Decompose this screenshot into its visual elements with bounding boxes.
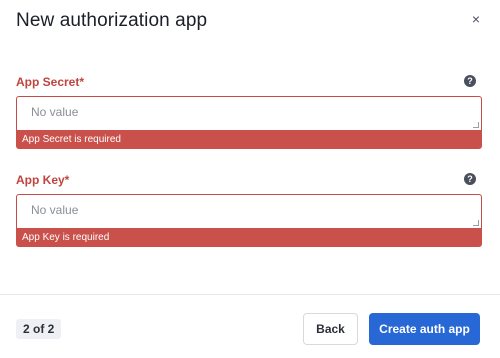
back-button[interactable]: Back xyxy=(303,313,358,345)
app-secret-field: App Secret* ? App Secret is required xyxy=(16,75,482,155)
dialog-footer: 2 of 2 Back Create auth app xyxy=(16,313,484,345)
new-authorization-app-dialog: New authorization app × App Secret* ? Ap… xyxy=(0,0,500,358)
app-key-input-wrapper xyxy=(16,194,482,228)
resize-handle-icon[interactable] xyxy=(473,122,479,128)
app-key-label: App Key* xyxy=(16,173,70,187)
app-key-input[interactable] xyxy=(17,195,481,228)
step-indicator: 2 of 2 xyxy=(16,319,62,339)
app-secret-label: App Secret* xyxy=(16,75,85,89)
dialog-title: New authorization app xyxy=(16,10,208,31)
app-key-field: App Key* ? App Key is required xyxy=(16,173,482,253)
app-secret-input-wrapper xyxy=(16,96,482,130)
question-circle-icon[interactable]: ? xyxy=(464,75,476,87)
app-secret-input[interactable] xyxy=(17,97,481,130)
create-auth-app-button[interactable]: Create auth app xyxy=(369,313,480,345)
app-key-error-message: App Key is required xyxy=(16,228,482,247)
dialog-header: New authorization app × xyxy=(16,10,484,34)
question-circle-icon[interactable]: ? xyxy=(464,173,476,185)
footer-divider xyxy=(0,294,500,295)
close-icon[interactable]: × xyxy=(468,11,484,27)
resize-handle-icon[interactable] xyxy=(473,220,479,226)
app-secret-error-message: App Secret is required xyxy=(16,130,482,149)
